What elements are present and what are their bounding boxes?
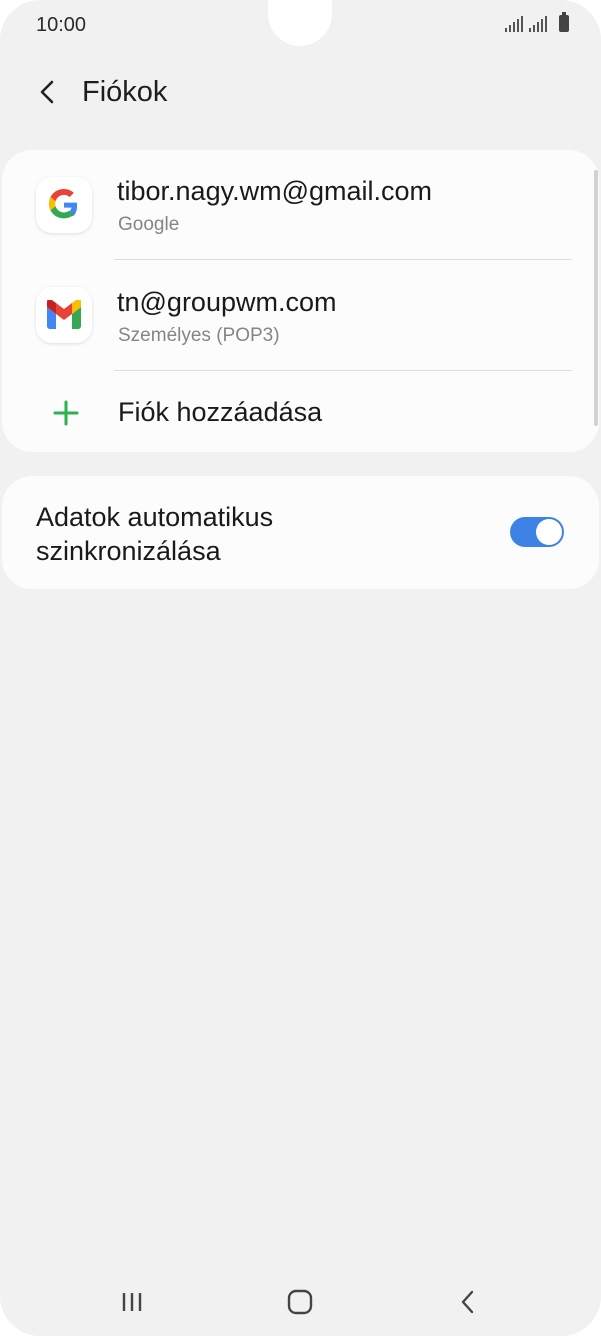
account-email: tn@groupwm.com: [117, 287, 337, 317]
nav-back-button[interactable]: [438, 1280, 498, 1324]
account-email: tibor.nagy.wm@gmail.com: [117, 176, 433, 206]
header: Fiókok: [0, 60, 601, 124]
account-item-pop3[interactable]: tn@groupwm.com Személyes (POP3): [2, 260, 599, 370]
clock: 10:00: [36, 14, 87, 36]
back-button[interactable]: [28, 72, 68, 112]
sync-card[interactable]: Adatok automatikus szinkronizálása: [2, 476, 599, 589]
account-type: Google: [118, 214, 180, 235]
battery-icon: [559, 12, 569, 32]
add-account-label: Fiók hozzáadása: [118, 397, 323, 427]
back-icon: [461, 1290, 474, 1314]
recent-apps-button[interactable]: [102, 1280, 162, 1324]
signal-icon: [505, 16, 523, 32]
status-icons: [505, 12, 569, 32]
sync-label: Adatok automatikus szinkronizálása: [36, 502, 274, 566]
account-type: Személyes (POP3): [118, 325, 280, 346]
signal-icon: [529, 16, 547, 32]
camera-notch: [268, 0, 332, 46]
plus-icon: [53, 400, 79, 426]
navigation-bar: [0, 1266, 601, 1336]
sync-toggle[interactable]: [510, 517, 564, 547]
screen: 10:00 Fiókok tibor.nagy.wm@gmail.com Goo…: [0, 0, 601, 1336]
accounts-card: tibor.nagy.wm@gmail.com Google tn@groupw…: [2, 150, 599, 452]
home-button[interactable]: [270, 1280, 330, 1324]
account-item-google[interactable]: tibor.nagy.wm@gmail.com Google: [2, 150, 599, 260]
add-account-button[interactable]: Fiók hozzáadása: [2, 371, 599, 452]
scroll-indicator: [594, 170, 598, 426]
google-icon: [36, 177, 92, 233]
page-title: Fiókok: [82, 76, 168, 108]
recent-apps-icon: [122, 1293, 142, 1311]
toggle-knob: [536, 519, 562, 545]
status-bar: 10:00: [0, 0, 601, 52]
chevron-left-icon: [40, 80, 54, 104]
gmail-icon: [36, 287, 92, 343]
home-icon: [287, 1289, 313, 1315]
